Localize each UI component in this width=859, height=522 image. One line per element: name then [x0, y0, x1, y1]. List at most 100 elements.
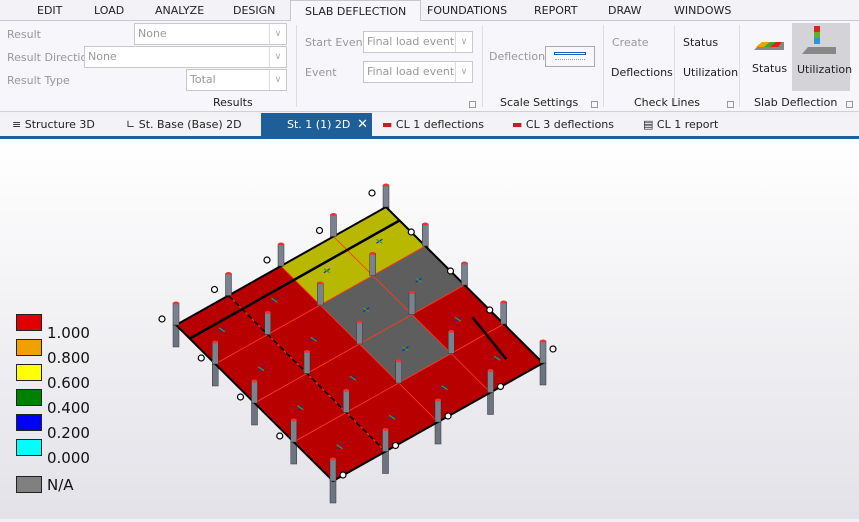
column-lower	[329, 480, 337, 504]
tab-label: St. 1 (1) 2D	[287, 118, 351, 131]
column-upper	[264, 312, 271, 335]
slab-status-label: Status	[752, 62, 788, 75]
menu-report[interactable]: REPORT	[534, 4, 577, 17]
slab-deflection-launcher-icon[interactable]	[846, 101, 853, 108]
scale-settings-group-label: Scale Settings	[500, 96, 579, 109]
result-type-label: Result Type	[7, 74, 70, 87]
result-direction-select[interactable]: None ∨	[84, 46, 287, 68]
tab-structure-3d[interactable]: ≡ Structure 3D	[12, 118, 95, 131]
model-viewport[interactable]	[0, 139, 859, 519]
menu-load[interactable]: LOAD	[94, 4, 124, 17]
grid-label-icon	[197, 354, 205, 362]
start-event-select[interactable]: Final load event ∨	[363, 31, 473, 53]
column-upper	[277, 243, 285, 267]
tab-label: CL 3 deflections	[525, 118, 615, 131]
slab-model[interactable]	[0, 139, 859, 519]
menu-windows[interactable]: WINDOWS	[674, 4, 731, 17]
tab-cl-1-report[interactable]: ▤ CL 1 report	[643, 118, 718, 131]
grid-label-icon	[496, 382, 505, 391]
column-upper	[395, 360, 402, 384]
menu-edit[interactable]: EDIT	[37, 4, 62, 17]
legend-swatch	[16, 389, 42, 406]
grid-label-icon	[158, 315, 166, 323]
close-icon[interactable]: ✕	[357, 117, 368, 132]
result-label: Result	[7, 28, 41, 41]
column-lower	[487, 392, 494, 415]
column-upper	[369, 253, 376, 276]
legend-label: 0.800	[47, 349, 90, 367]
slab-status-icon	[754, 42, 784, 50]
grid-label-icon	[263, 256, 271, 264]
menu-design[interactable]: DESIGN	[233, 4, 275, 17]
column-lower	[539, 362, 547, 386]
deflection-scale-control[interactable]	[545, 46, 595, 67]
column-top	[461, 261, 468, 265]
column-top	[382, 428, 389, 431]
column-upper	[251, 380, 258, 404]
result-direction-label: Result Direction	[7, 51, 95, 64]
grid-label-icon	[444, 412, 452, 420]
tab-label: St. Base (Base) 2D	[138, 118, 242, 131]
result-select[interactable]: None ∨	[134, 23, 287, 45]
column-upper	[317, 282, 324, 306]
legend-label: 1.000	[47, 324, 90, 342]
slab-utilization-button[interactable]: Utilization	[792, 23, 853, 91]
legend-label: 0.600	[47, 374, 90, 392]
event-select[interactable]: Final load event ∨	[363, 61, 473, 83]
legend-swatch	[16, 414, 42, 431]
menu-slab-deflection[interactable]: SLAB DEFLECTION	[290, 0, 422, 22]
legend-label: 0.400	[47, 399, 90, 417]
slab-utilization-label: Utilization	[797, 63, 853, 76]
column-top	[356, 320, 363, 324]
tab-cl-3-deflections[interactable]: ▬ CL 3 deflections	[512, 118, 614, 131]
scale-launcher-icon[interactable]	[591, 101, 598, 108]
chevron-down-icon: ∨	[269, 70, 286, 90]
deflection-line-icon: ▬	[382, 118, 393, 131]
tab-label: Structure 3D	[24, 118, 95, 131]
tab-st-1-2d[interactable]: St. 1 (1) 2D ✕	[261, 113, 372, 136]
tab-st-base-2d[interactable]: ∟ St. Base (Base) 2D	[126, 118, 242, 131]
column-top	[212, 340, 219, 344]
column-top	[369, 252, 376, 255]
column-upper	[330, 214, 337, 237]
check-lines-launcher-icon[interactable]	[727, 101, 734, 108]
column-top	[343, 389, 350, 392]
check-lines-utilization-button[interactable]: Utilization	[683, 66, 738, 79]
column-top	[383, 183, 389, 187]
grid-label-icon	[236, 393, 245, 401]
list-icon: ≡	[12, 118, 22, 131]
legend-swatch	[16, 364, 42, 381]
tab-label: CL 1 deflections	[395, 118, 485, 131]
check-lines-group-label: Check Lines	[634, 96, 700, 109]
grid-label-icon	[315, 226, 324, 235]
column-upper	[448, 331, 455, 354]
column-top	[395, 359, 402, 363]
divider	[603, 25, 604, 107]
result-type-value: Total	[190, 73, 216, 86]
results-group-label: Results	[213, 96, 253, 109]
column-top	[448, 330, 455, 333]
slab-status-button[interactable]: Status	[746, 26, 790, 88]
menu-analyze[interactable]: ANALYZE	[155, 4, 204, 17]
scale-ticks-icon	[555, 59, 585, 60]
chevron-down-icon: ∨	[455, 62, 472, 82]
check-lines-status-button[interactable]: Status	[683, 36, 718, 49]
column-upper	[329, 458, 337, 482]
menu-draw[interactable]: DRAW	[608, 4, 641, 17]
menu-foundations[interactable]: FOUNDATIONS	[427, 4, 507, 17]
results-launcher-icon[interactable]	[469, 101, 476, 108]
check-lines-deflections-button[interactable]: Deflections	[611, 66, 673, 79]
deflections-scale-label: Deflections	[489, 50, 551, 63]
document-tabs: ≡ Structure 3D ∟ St. Base (Base) 2D St. …	[0, 113, 859, 139]
result-type-select[interactable]: Total ∨	[186, 69, 287, 91]
tab-cl-1-deflections[interactable]: ▬ CL 1 deflections	[382, 118, 484, 131]
create-button[interactable]: Create	[612, 36, 649, 49]
divider	[296, 25, 297, 107]
column-upper	[356, 321, 363, 345]
chevron-down-icon: ∨	[269, 47, 286, 67]
column-top	[330, 457, 336, 461]
column-top	[225, 272, 232, 275]
result-direction-value: None	[88, 50, 117, 63]
column-upper	[225, 273, 232, 296]
column-upper	[382, 184, 390, 208]
